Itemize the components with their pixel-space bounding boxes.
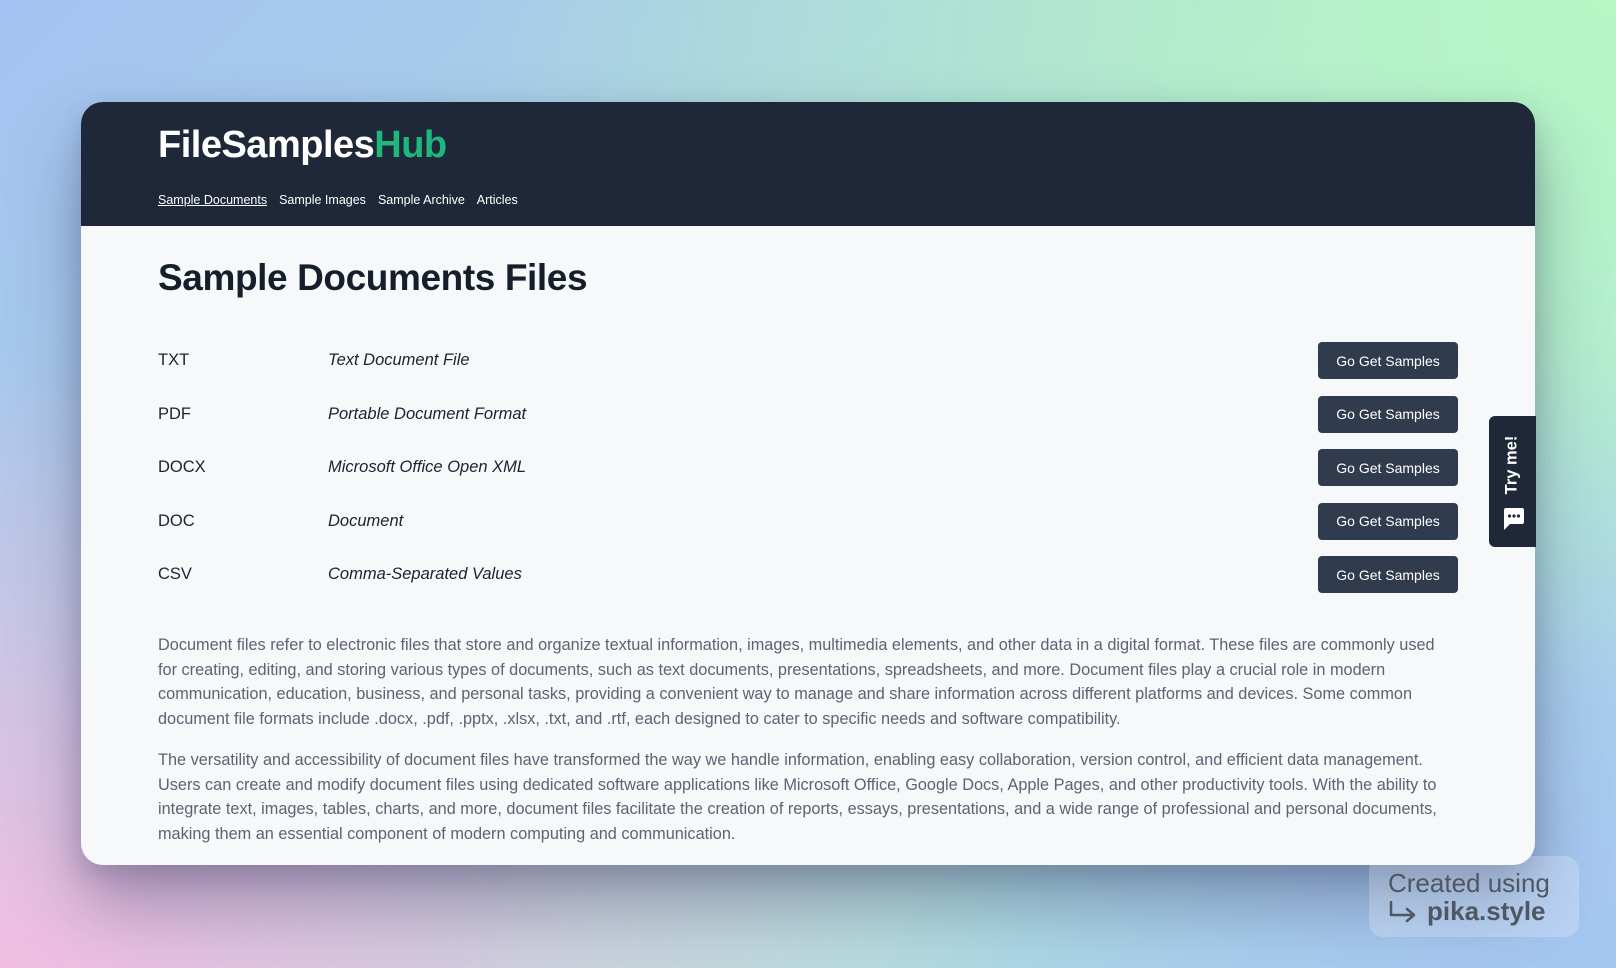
format-description: Microsoft Office Open XML xyxy=(328,458,527,476)
format-description: Portable Document Format xyxy=(328,404,527,423)
format-list: TXT Text Document File Go Get Samples PD… xyxy=(158,342,1458,610)
format-row-doc: DOC Document Go Get Samples xyxy=(158,502,1458,557)
format-code: DOC xyxy=(158,511,195,530)
browser-window: FileSamplesHub Sample Documents Sample I… xyxy=(81,102,1535,865)
description-paragraph-2: The versatility and accessibility of doc… xyxy=(158,751,1437,843)
format-row-docx: DOCX Microsoft Office Open XML Go Get Sa… xyxy=(158,449,1458,503)
pika-watermark: Created using pika.style xyxy=(1369,856,1579,937)
chat-bubble-icon xyxy=(1504,508,1524,530)
format-code: DOCX xyxy=(158,458,206,476)
go-get-samples-button-doc[interactable]: Go Get Samples xyxy=(1318,502,1458,540)
nav-link-sample-images[interactable]: Sample Images xyxy=(279,193,366,207)
go-get-samples-button-pdf[interactable]: Go Get Samples xyxy=(1318,395,1458,433)
nav-link-sample-archive[interactable]: Sample Archive xyxy=(378,193,465,207)
format-description: Comma-Separated Values xyxy=(328,565,522,583)
watermark-created-using: Created using xyxy=(1388,868,1550,898)
go-get-samples-button-txt[interactable]: Go Get Samples xyxy=(1318,342,1458,379)
format-code: CSV xyxy=(158,565,192,583)
go-get-samples-button-csv[interactable]: Go Get Samples xyxy=(1318,556,1458,593)
try-me-widget[interactable]: Try me! xyxy=(1489,416,1536,547)
page-title: Sample Documents Files xyxy=(158,257,588,298)
format-code: TXT xyxy=(158,351,190,369)
site-logo[interactable]: FileSamplesHub xyxy=(158,124,447,167)
main-nav: Sample Documents Sample Images Sample Ar… xyxy=(158,193,518,207)
nav-link-articles[interactable]: Articles xyxy=(477,193,518,207)
format-description: Document xyxy=(328,511,404,530)
go-get-samples-button-docx[interactable]: Go Get Samples xyxy=(1318,449,1458,486)
watermark-pika-style: pika.style xyxy=(1427,896,1546,926)
format-description: Text Document File xyxy=(328,351,470,369)
format-row-csv: CSV Comma-Separated Values Go Get Sample… xyxy=(158,556,1458,610)
format-row-txt: TXT Text Document File Go Get Samples xyxy=(158,342,1458,396)
format-row-pdf: PDF Portable Document Format Go Get Samp… xyxy=(158,395,1458,450)
arrow-return-right-icon xyxy=(1389,901,1416,923)
site-header: FileSamplesHub Sample Documents Sample I… xyxy=(81,102,1535,226)
logo-accent-text: Hub xyxy=(374,124,447,166)
format-code: PDF xyxy=(158,404,191,423)
logo-main-text: FileSamples xyxy=(158,124,375,166)
description-paragraph-1: Document files refer to electronic files… xyxy=(158,636,1435,728)
nav-link-sample-documents[interactable]: Sample Documents xyxy=(158,193,267,207)
try-me-label: Try me! xyxy=(1502,435,1521,495)
